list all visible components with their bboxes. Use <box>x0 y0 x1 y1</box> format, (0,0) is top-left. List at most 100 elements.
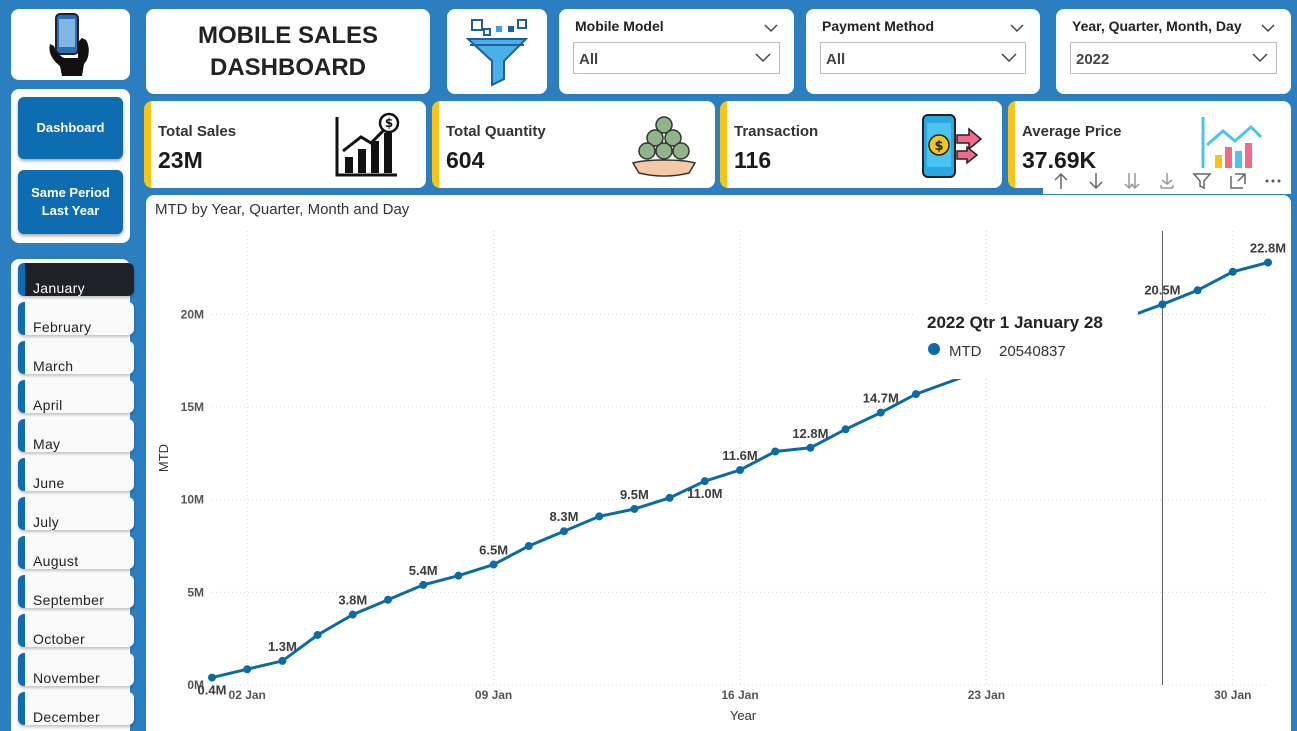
data-point[interactable] <box>806 443 815 452</box>
drill-down-icon[interactable] <box>1085 170 1107 192</box>
svg-text:$: $ <box>385 116 393 130</box>
date-hierarchy-value: 2022 <box>1076 51 1110 68</box>
go-to-next-level-icon[interactable] <box>1121 170 1143 192</box>
chart-plot-area[interactable]: 0M5M10M15M20M02 Jan 09 Jan 16 Jan 23 Jan 30 … <box>146 195 1291 731</box>
x-tick-label: 23 Jan <box>968 688 1005 702</box>
kpi-label: Total Quantity <box>446 123 546 140</box>
phone-hand-icon <box>48 12 89 76</box>
data-point[interactable] <box>419 580 428 589</box>
date-hierarchy-label: Year, Quarter, Month, Day <box>1072 18 1242 34</box>
kpi-total-quantity: Total Quantity 604 <box>432 101 715 188</box>
data-point[interactable] <box>1264 258 1272 267</box>
dashboard-button-label: Dashboard <box>36 120 105 135</box>
data-point[interactable] <box>1193 286 1202 295</box>
month-label: April <box>33 397 63 413</box>
data-label: 6.5M <box>479 543 508 558</box>
funnel-icon <box>466 18 528 87</box>
kpi-total-sales: Total Sales 23M $ <box>144 101 426 188</box>
spl-line-2: Last Year <box>41 203 100 218</box>
month-label: January <box>33 280 85 296</box>
data-label: 9.5M <box>620 487 649 502</box>
data-point[interactable] <box>841 425 850 434</box>
data-label: 3.8M <box>338 593 367 608</box>
same-period-last-year-button[interactable]: Same Period Last Year <box>18 170 123 234</box>
data-point[interactable] <box>560 527 568 536</box>
data-point[interactable] <box>771 447 780 456</box>
payment-method-dropdown[interactable]: All <box>820 42 1026 74</box>
data-point[interactable] <box>595 512 604 521</box>
data-point[interactable] <box>384 595 392 604</box>
expand-hierarchy-icon[interactable] <box>1156 170 1178 192</box>
kpi-value: 116 <box>734 147 772 173</box>
data-point[interactable] <box>912 390 920 399</box>
x-tick-label: 09 Jan <box>475 688 512 702</box>
data-point[interactable] <box>1228 267 1237 276</box>
month-button-december[interactable]: December <box>18 692 134 725</box>
month-button-november[interactable]: November <box>18 653 134 686</box>
coin-pile-hand-icon <box>631 116 697 177</box>
title-card: MOBILE SALES DASHBOARD <box>146 9 430 94</box>
focus-mode-icon[interactable] <box>1227 170 1249 192</box>
month-button-september[interactable]: September <box>18 575 134 608</box>
data-point[interactable] <box>454 571 463 580</box>
data-label: 22.8M <box>1250 241 1286 256</box>
month-label: June <box>33 475 65 491</box>
data-point[interactable] <box>243 665 252 674</box>
tooltip-series-name: MTD <box>949 343 982 360</box>
month-button-august[interactable]: August <box>18 536 134 569</box>
data-point[interactable] <box>700 477 709 486</box>
month-button-may[interactable]: May <box>18 419 134 452</box>
x-axis-title: Year <box>730 708 757 723</box>
data-point[interactable] <box>348 610 357 619</box>
drill-up-icon[interactable] <box>1050 170 1072 192</box>
more-options-icon[interactable] <box>1262 170 1284 192</box>
month-button-march[interactable]: March <box>18 341 134 374</box>
month-label: March <box>33 358 74 374</box>
payment-method-value: All <box>826 51 846 68</box>
kpi-transaction: Transaction 116 $ <box>720 101 1002 188</box>
dashboard-button[interactable]: Dashboard <box>18 97 123 159</box>
month-label: May <box>33 436 61 452</box>
tooltip-title: 2022 Qtr 1 January 28 <box>927 313 1103 332</box>
month-button-october[interactable]: October <box>18 614 134 647</box>
data-label: 1.3M <box>268 639 297 654</box>
mobile-model-dropdown[interactable]: All <box>573 42 780 74</box>
y-tick-label: 20M <box>181 307 204 321</box>
month-label: November <box>33 670 100 686</box>
kpi-value: 23M <box>158 147 203 173</box>
y-axis-title: MTD <box>156 444 171 472</box>
month-slicer: January February March April May June Ju… <box>11 259 134 731</box>
data-point[interactable] <box>208 673 216 682</box>
chevron-down-icon[interactable] <box>1261 21 1275 35</box>
filter-funnel-card[interactable] <box>447 9 547 94</box>
data-point[interactable] <box>876 408 885 417</box>
kpi-label: Total Sales <box>158 123 237 140</box>
phone-transfer-icon: $ <box>922 114 983 178</box>
month-button-april[interactable]: April <box>18 380 134 413</box>
data-point[interactable] <box>736 466 744 475</box>
data-label: 11.6M <box>722 448 757 463</box>
date-hierarchy-dropdown[interactable]: 2022 <box>1070 42 1277 74</box>
bar-chart-dollar-icon: $ <box>335 112 400 177</box>
month-label: December <box>33 709 100 725</box>
tooltip-value: 20540837 <box>999 343 1066 360</box>
filter-icon[interactable] <box>1191 170 1213 192</box>
month-button-february[interactable]: February <box>18 302 134 335</box>
data-point[interactable] <box>665 493 674 502</box>
data-point[interactable] <box>630 504 639 513</box>
data-point[interactable] <box>489 560 498 569</box>
month-button-january[interactable]: January <box>18 263 134 296</box>
data-point[interactable] <box>524 542 533 551</box>
mobile-model-label: Mobile Model <box>575 18 664 34</box>
mtd-line-chart[interactable]: MTD by Year, Quarter, Month and Day 0M 5M… <box>146 195 1291 731</box>
data-label: 8.3M <box>550 509 579 524</box>
month-button-july[interactable]: July <box>18 497 134 530</box>
data-point[interactable] <box>313 630 322 639</box>
chevron-down-icon[interactable] <box>1010 21 1024 35</box>
month-button-june[interactable]: June <box>18 458 134 491</box>
payment-method-label: Payment Method <box>822 18 935 34</box>
data-point[interactable] <box>1158 300 1167 309</box>
data-point[interactable] <box>278 656 287 665</box>
chevron-down-icon[interactable] <box>764 21 778 35</box>
chevron-down-icon <box>1252 53 1268 63</box>
